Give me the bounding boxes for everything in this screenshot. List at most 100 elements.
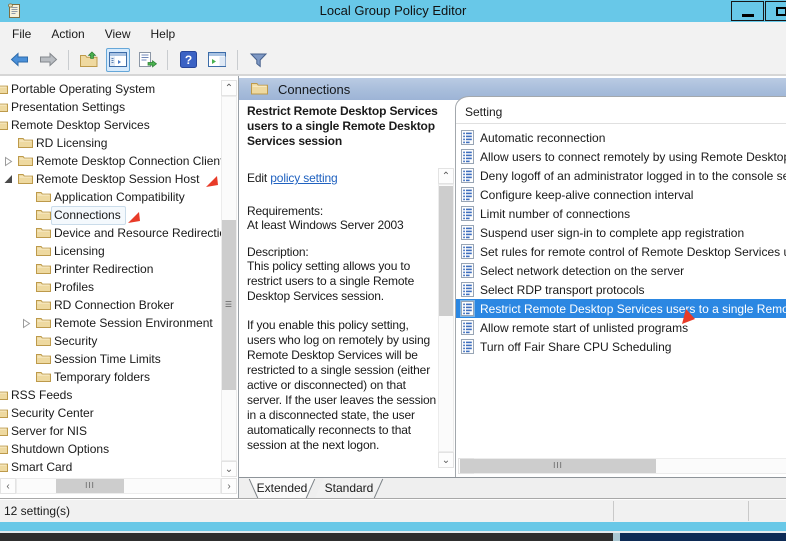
expander-icon[interactable] — [2, 173, 15, 186]
scroll-up-button[interactable]: ⌃ — [438, 168, 454, 184]
tree-item[interactable]: Security Center — [0, 404, 221, 422]
scroll-thumb[interactable]: III — [460, 459, 656, 473]
scroll-right-button[interactable]: › — [221, 478, 237, 494]
tree-item[interactable]: Application Compatibility — [0, 188, 221, 206]
tree-item-label: Security Center — [11, 406, 94, 420]
tree-item[interactable]: Profiles — [0, 278, 221, 296]
tree-item-label: Session Time Limits — [54, 352, 161, 366]
menubar: File Action View Help — [0, 22, 786, 45]
folder-icon — [36, 298, 51, 313]
tab-standard[interactable]: Standard — [315, 478, 383, 498]
menu-file[interactable]: File — [2, 22, 41, 45]
folder-icon — [0, 100, 8, 115]
expander-icon[interactable] — [20, 353, 33, 366]
setting-column-header[interactable]: Setting — [456, 97, 786, 124]
show-action-pane-icon[interactable] — [205, 48, 229, 72]
filter-icon[interactable] — [246, 48, 270, 72]
tree-item[interactable]: Server for NIS — [0, 422, 221, 440]
console-tree-pane[interactable]: Portable Operating System Presentation S… — [0, 76, 239, 498]
expander-icon[interactable] — [20, 299, 33, 312]
tree-item-label: Presentation Settings — [11, 100, 125, 114]
description-vertical-scrollbar[interactable]: ⌃ ⌄ — [438, 168, 454, 468]
expander-icon[interactable] — [2, 137, 15, 150]
tree-item[interactable]: Printer Redirection — [0, 260, 221, 278]
policy-setting-icon — [461, 244, 474, 259]
expander-icon[interactable] — [20, 281, 33, 294]
tree-item[interactable]: Presentation Settings — [0, 98, 221, 116]
setting-row[interactable]: Turn off Fair Share CPU Scheduling — [456, 337, 786, 356]
setting-row[interactable]: Limit number of connections — [456, 204, 786, 223]
tree-item[interactable]: Temporary folders — [0, 368, 221, 386]
expander-icon[interactable] — [20, 209, 33, 222]
tree-item[interactable]: RD Licensing — [0, 134, 221, 152]
scroll-thumb[interactable] — [439, 186, 453, 316]
requirements-value: At least Windows Server 2003 — [247, 218, 438, 232]
tab-extended[interactable]: Extended — [249, 478, 315, 498]
tree-item[interactable]: Security — [0, 332, 221, 350]
taskbar-right-segment[interactable] — [620, 533, 786, 541]
settings-rows: Automatic reconnection Allow users to co… — [456, 128, 786, 356]
tree-item[interactable]: Smart Card — [0, 458, 221, 476]
tree-item[interactable]: Portable Operating System — [0, 80, 221, 98]
folder-icon — [18, 154, 33, 169]
forward-arrow-icon[interactable] — [36, 48, 60, 72]
expander-icon[interactable] — [2, 155, 15, 168]
tree-item[interactable]: RSS Feeds — [0, 386, 221, 404]
help-icon[interactable]: ? — [176, 48, 200, 72]
scroll-down-button[interactable]: ⌄ — [221, 461, 237, 477]
settings-horizontal-scrollbar[interactable]: ‹ III — [458, 458, 786, 474]
setting-row[interactable]: Allow users to connect remotely by using… — [456, 147, 786, 166]
setting-row[interactable]: Set rules for remote control of Remote D… — [456, 242, 786, 261]
tree-item[interactable]: RD Connection Broker — [0, 296, 221, 314]
tree-vertical-scrollbar[interactable]: ⌃ ☰ ⌄ — [221, 80, 237, 477]
scroll-thumb[interactable]: III — [56, 479, 124, 493]
tree-item[interactable]: Shutdown Options — [0, 440, 221, 458]
tree-item[interactable]: Remote Desktop Services — [0, 116, 221, 134]
expander-icon[interactable] — [20, 227, 33, 240]
expander-icon[interactable] — [20, 191, 33, 204]
back-arrow-icon[interactable] — [7, 48, 31, 72]
tree-item[interactable]: Remote Session Environment — [0, 314, 221, 332]
tree-item[interactable]: Connections — [0, 206, 221, 224]
scroll-down-button[interactable]: ⌄ — [438, 452, 454, 468]
export-list-icon[interactable] — [135, 48, 159, 72]
setting-row[interactable]: Configure keep-alive connection interval — [456, 185, 786, 204]
menu-view[interactable]: View — [95, 22, 141, 45]
expander-icon[interactable] — [20, 317, 33, 330]
tree-item[interactable]: Remote Desktop Session Host — [0, 170, 221, 188]
setting-row[interactable]: Suspend user sign-in to complete app reg… — [456, 223, 786, 242]
setting-label: Select network detection on the server — [480, 264, 684, 278]
scroll-thumb[interactable]: ☰ — [222, 220, 236, 390]
scroll-up-button[interactable]: ⌃ — [221, 80, 237, 96]
setting-row[interactable]: Deny logoff of an administrator logged i… — [456, 166, 786, 185]
minimize-button[interactable] — [731, 1, 764, 21]
tree-horizontal-scrollbar[interactable]: ‹ III › — [0, 478, 238, 494]
setting-row[interactable]: Automatic reconnection — [456, 128, 786, 147]
folder-icon — [0, 460, 8, 475]
tree-item[interactable]: Remote Desktop Connection Client — [0, 152, 221, 170]
expander-icon[interactable] — [20, 263, 33, 276]
scroll-left-button[interactable]: ‹ — [0, 478, 16, 494]
tree-item-label: RSS Feeds — [11, 388, 72, 402]
maximize-button[interactable] — [765, 1, 786, 21]
expander-icon[interactable] — [20, 371, 33, 384]
expander-icon[interactable] — [20, 245, 33, 258]
red-cursor-arrow — [682, 309, 696, 331]
expander-icon[interactable] — [20, 335, 33, 348]
toolbar-separator — [237, 50, 238, 70]
taskbar-left-segment[interactable] — [0, 533, 613, 541]
tree-item[interactable]: Device and Resource Redirection — [0, 224, 221, 242]
menu-action[interactable]: Action — [41, 22, 94, 45]
tree-item[interactable]: Session Time Limits — [0, 350, 221, 368]
setting-row[interactable]: Select network detection on the server — [456, 261, 786, 280]
menu-help[interactable]: Help — [141, 22, 186, 45]
show-console-tree-icon[interactable] — [106, 48, 130, 72]
setting-row[interactable]: Select RDP transport protocols — [456, 280, 786, 299]
policy-setting-link[interactable]: policy setting — [270, 171, 337, 185]
tree-item[interactable]: Licensing — [0, 242, 221, 260]
up-one-level-folder-icon[interactable] — [77, 48, 101, 72]
window-title: Local Group Policy Editor — [0, 3, 786, 18]
setting-row[interactable]: Allow remote start of unlisted programs — [456, 318, 786, 337]
tree-item-label: Smart Card — [11, 460, 72, 474]
setting-row[interactable]: Restrict Remote Desktop Services users t… — [456, 299, 786, 318]
